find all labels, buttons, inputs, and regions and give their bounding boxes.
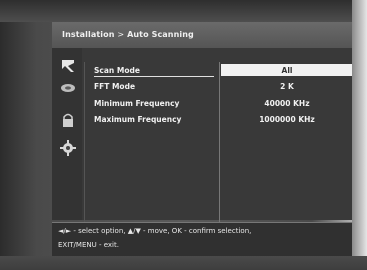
page-title: Installation > Auto Scanning [62, 30, 194, 39]
fft-mode-value[interactable]: 2 K [222, 82, 352, 91]
minimum-frequency-label[interactable]: Minimum Frequency [94, 99, 179, 108]
scan-mode-value[interactable]: All [222, 66, 352, 75]
value-column-divider [219, 62, 220, 222]
breadcrumb-parent: Installation [62, 30, 115, 39]
tv-screen-top-edge [0, 0, 367, 22]
minimum-frequency-value[interactable]: 40000 KHz [222, 99, 352, 108]
scan-mode-label-underline [94, 76, 214, 77]
tv-screen-right-edge [352, 0, 367, 270]
help-text-navigation: ◄/► - select option, ▲/▼ - move, OK - co… [58, 227, 252, 235]
maximum-frequency-label[interactable]: Maximum Frequency [94, 115, 181, 124]
fft-mode-label[interactable]: FFT Mode [94, 82, 135, 91]
icon-column-divider [84, 62, 85, 222]
antenna-icon[interactable] [60, 80, 76, 96]
satellite-dish-icon[interactable] [60, 58, 76, 74]
gear-icon[interactable] [60, 140, 76, 156]
breadcrumb-separator: > [117, 30, 125, 39]
tv-screen-bottom-edge [0, 256, 367, 270]
maximum-frequency-value[interactable]: 1000000 KHz [222, 115, 352, 124]
lock-icon[interactable] [60, 112, 76, 128]
scan-mode-label[interactable]: Scan Mode [94, 66, 140, 75]
breadcrumb-current: Auto Scanning [127, 30, 194, 39]
help-text-exit: EXIT/MENU - exit. [58, 241, 119, 249]
